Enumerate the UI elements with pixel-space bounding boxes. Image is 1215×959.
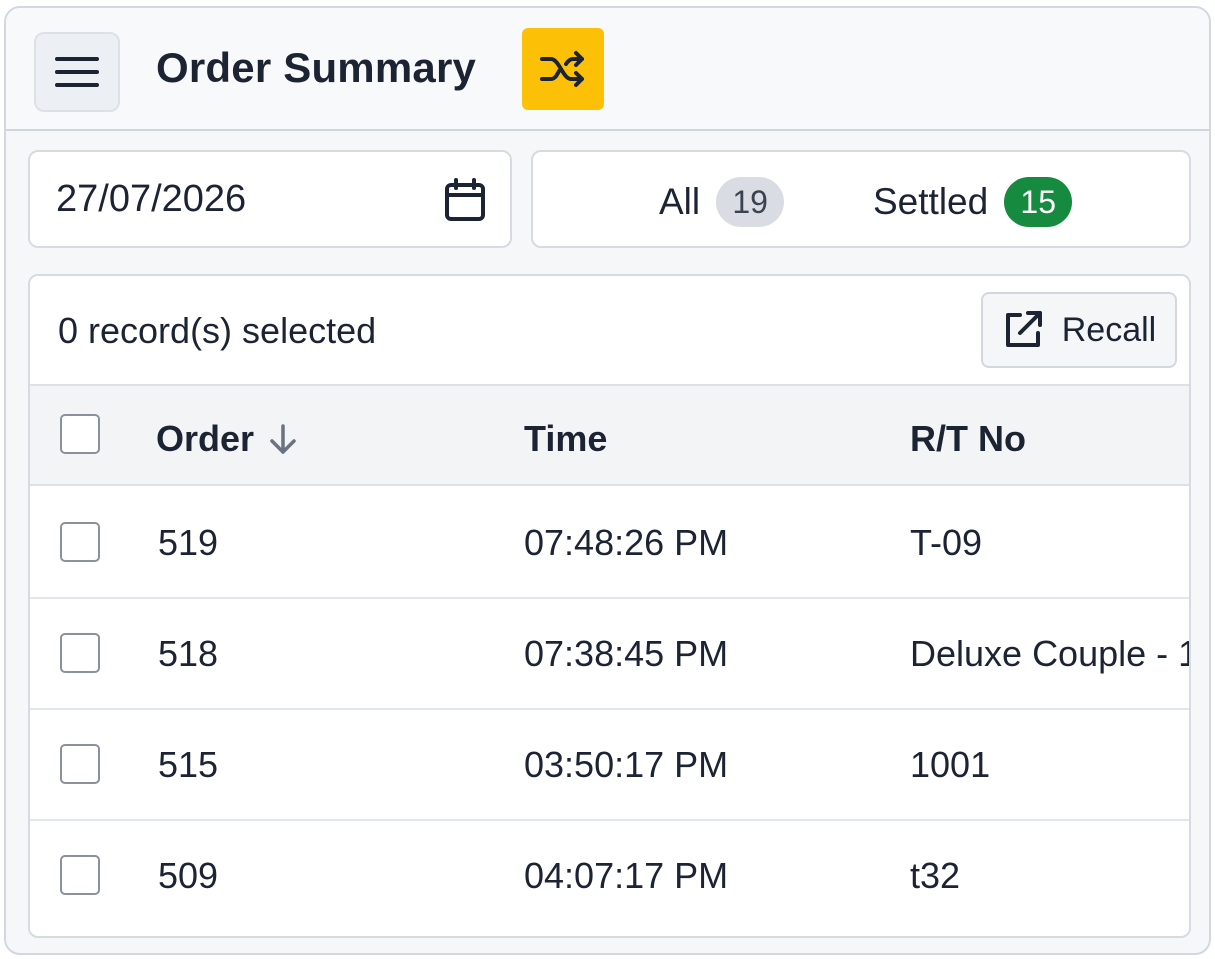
row-checkbox[interactable]: [60, 744, 100, 784]
date-value: 27/07/2026: [56, 178, 247, 220]
calendar-icon[interactable]: [444, 178, 486, 222]
arrow-down-icon: [270, 424, 296, 454]
selected-count-text: 0 record(s) selected: [58, 310, 377, 351]
filter-tab-all[interactable]: All 19: [659, 176, 785, 228]
table-row[interactable]: 509 04:07:17 PM t32: [30, 821, 1189, 932]
orders-table-card: 0 record(s) selected Recall Order Time R…: [28, 274, 1191, 938]
cell-rt-no: 1001: [910, 744, 991, 785]
column-header-label: Order: [156, 418, 255, 459]
filter-tab-label: All: [659, 181, 701, 222]
cell-time: 03:50:17 PM: [524, 744, 729, 785]
table-row[interactable]: 515 03:50:17 PM 1001: [30, 710, 1189, 821]
page-title: Order Summary: [156, 44, 477, 91]
select-all-checkbox[interactable]: [60, 414, 100, 454]
row-checkbox[interactable]: [60, 633, 100, 673]
row-checkbox[interactable]: [60, 522, 100, 562]
cell-rt-no: Deluxe Couple - 1: [910, 633, 1191, 674]
cell-rt-no: T-09: [910, 522, 983, 563]
table-row[interactable]: 518 07:38:45 PM Deluxe Couple - 1: [30, 599, 1189, 710]
cell-time: 04:07:17 PM: [524, 855, 729, 896]
recall-label: Recall: [1061, 310, 1157, 349]
column-header-time[interactable]: Time: [524, 418, 607, 460]
cell-order: 515: [158, 744, 219, 785]
filter-tab-settled[interactable]: Settled 15: [873, 176, 1073, 228]
menu-button[interactable]: [34, 32, 120, 112]
app-header: Order Summary: [6, 8, 1209, 131]
filter-tab-label: Settled: [873, 181, 989, 222]
column-header-order[interactable]: Order: [156, 418, 298, 460]
table-row[interactable]: 519 07:48:26 PM T-09: [30, 488, 1189, 599]
table-toolbar: 0 record(s) selected Recall: [30, 276, 1189, 386]
cell-time: 07:48:26 PM: [524, 522, 729, 563]
recall-button[interactable]: Recall: [981, 292, 1177, 368]
column-header-rt-no[interactable]: R/T No: [910, 418, 1026, 460]
cell-order: 509: [158, 855, 219, 896]
status-filter-panel: All 19 Settled 15: [531, 150, 1191, 248]
cell-order: 519: [158, 522, 219, 563]
external-link-icon: [1005, 311, 1042, 347]
cell-rt-no: t32: [910, 855, 961, 896]
cell-order: 518: [158, 633, 219, 674]
date-picker-field[interactable]: 27/07/2026: [28, 150, 512, 248]
hamburger-menu-icon: [55, 57, 99, 87]
table-header: Order Time R/T No: [30, 386, 1189, 486]
order-summary-window: Order Summary 27/07/2026 All 19 Settled: [4, 6, 1211, 955]
row-checkbox[interactable]: [60, 855, 100, 895]
cell-time: 07:38:45 PM: [524, 633, 729, 674]
shuffle-icon: [540, 51, 584, 87]
count-badge: 15: [1004, 177, 1073, 227]
shuffle-button[interactable]: [522, 28, 604, 110]
count-badge: 19: [716, 177, 785, 227]
